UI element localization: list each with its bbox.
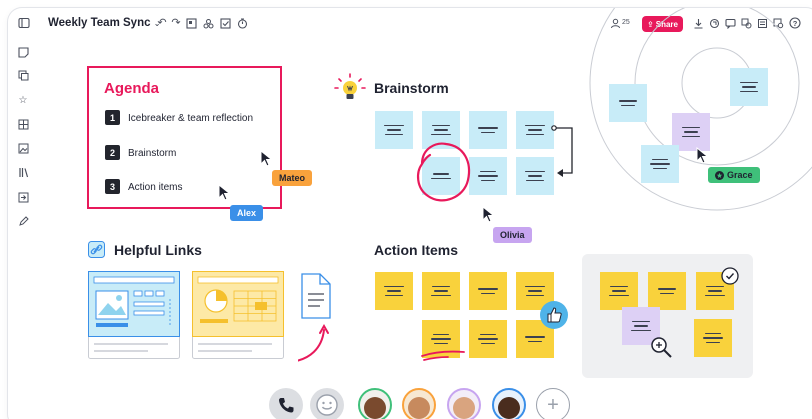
frame-icon[interactable] xyxy=(185,17,197,29)
table-icon[interactable] xyxy=(17,118,29,130)
cards-icon[interactable] xyxy=(17,69,29,81)
avatar-photo xyxy=(498,397,520,419)
export-in-icon[interactable] xyxy=(17,191,29,203)
underline-scribble xyxy=(421,350,465,361)
cursor-tag-mateo: Mateo xyxy=(272,170,313,186)
avatar[interactable] xyxy=(492,388,526,419)
cursor-tag-grace: Grace xyxy=(708,167,760,183)
agenda-item-number: 1 xyxy=(105,110,120,125)
sticky-note[interactable] xyxy=(600,272,638,310)
sticky-note[interactable] xyxy=(469,320,507,358)
sticky-note[interactable] xyxy=(375,272,413,310)
board-window: Weekly Team Sync ⌄ ↶ ↷ 25 ⇪ Share ? ☆ Ag… xyxy=(8,8,812,419)
agenda-item-text[interactable]: Action items xyxy=(128,182,182,193)
avatar[interactable] xyxy=(358,388,392,419)
sticky-note[interactable] xyxy=(694,319,732,357)
phone-icon xyxy=(279,398,294,413)
pen-icon[interactable] xyxy=(17,215,29,227)
star-icon[interactable]: ☆ xyxy=(17,94,29,106)
redo-icon[interactable]: ↷ xyxy=(170,17,182,29)
board-title[interactable]: Weekly Team Sync ⌄ xyxy=(48,17,160,29)
sticky-note-icon[interactable] xyxy=(17,46,29,58)
star-badge-icon xyxy=(715,170,724,180)
cursor-arrow-icon xyxy=(482,206,495,223)
checkbox-icon[interactable] xyxy=(219,17,231,29)
avatar-photo xyxy=(408,397,430,419)
sticky-note[interactable] xyxy=(641,145,679,183)
phone-button[interactable] xyxy=(269,388,303,419)
sticky-note[interactable] xyxy=(648,272,686,310)
avatar[interactable] xyxy=(402,388,436,419)
link-icon xyxy=(88,241,105,258)
board-title-text: Weekly Team Sync xyxy=(48,17,151,29)
agenda-item-number: 3 xyxy=(105,179,120,194)
action-items-title: Action Items xyxy=(374,242,459,258)
check-circle-icon[interactable] xyxy=(721,267,739,285)
collapse-panel-icon[interactable] xyxy=(18,17,30,29)
add-participant-button[interactable]: + xyxy=(536,388,570,419)
layers-icon[interactable] xyxy=(202,17,214,29)
lightbulb-icon xyxy=(334,73,366,99)
agenda-item-text[interactable]: Brainstorm xyxy=(128,148,176,159)
avatar-photo xyxy=(364,397,386,419)
avatar[interactable] xyxy=(447,388,481,419)
avatar-photo xyxy=(453,397,475,419)
sticky-note[interactable] xyxy=(469,272,507,310)
agenda-item-text[interactable]: Icebreaker & team reflection xyxy=(128,113,253,124)
cursor-arrow-icon xyxy=(218,184,231,201)
emoji-icon xyxy=(316,394,338,416)
undo-icon[interactable]: ↶ xyxy=(156,17,168,29)
emoji-button[interactable] xyxy=(310,388,344,419)
cursor-arrow-icon xyxy=(260,150,273,167)
cursor-tag-olivia: Olivia xyxy=(493,227,532,243)
agenda-item-number: 2 xyxy=(105,145,120,160)
agenda-title: Agenda xyxy=(104,80,160,97)
helpful-links-title: Helpful Links xyxy=(114,242,202,258)
cursor-tag-grace-label: Grace xyxy=(727,170,753,180)
sticky-note[interactable] xyxy=(609,84,647,122)
library-icon[interactable] xyxy=(17,166,29,178)
cursor-tag-alex: Alex xyxy=(230,205,264,221)
link-card-chart[interactable] xyxy=(192,271,284,359)
thumbs-up-icon[interactable] xyxy=(539,300,569,330)
brainstorm-title: Brainstorm xyxy=(374,80,449,96)
cursor-arrow-icon xyxy=(696,147,709,164)
sticky-note[interactable] xyxy=(730,68,768,106)
zoom-in-icon[interactable] xyxy=(649,335,673,359)
link-card-image[interactable] xyxy=(88,271,180,359)
document-icon[interactable] xyxy=(298,270,338,370)
add-icon: + xyxy=(547,394,559,416)
sticky-note[interactable] xyxy=(422,272,460,310)
timer-icon[interactable] xyxy=(236,17,248,29)
image-icon[interactable] xyxy=(17,142,29,154)
